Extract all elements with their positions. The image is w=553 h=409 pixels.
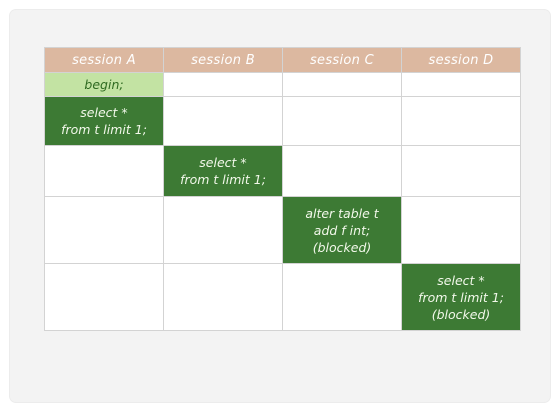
cell-text: select * from t limit 1; (blocked) xyxy=(418,272,504,322)
cell-d-select: select * from t limit 1; (blocked) xyxy=(401,263,521,331)
cell-text: select * from t limit 1; xyxy=(61,105,147,137)
header-session-b: session B xyxy=(163,47,283,73)
table-row: select * from t limit 1; xyxy=(44,145,521,197)
empty-cell xyxy=(401,145,521,197)
table-row: alter table t add f int; (blocked) xyxy=(44,196,521,264)
empty-cell xyxy=(282,72,402,97)
cell-a-select: select * from t limit 1; xyxy=(44,96,164,146)
cell-text: select * from t limit 1; xyxy=(180,155,266,187)
empty-cell xyxy=(163,263,283,331)
header-session-a: session A xyxy=(44,47,164,73)
empty-cell xyxy=(401,72,521,97)
empty-cell xyxy=(44,145,164,197)
table-row: begin; xyxy=(44,72,521,97)
empty-cell xyxy=(163,196,283,264)
empty-cell xyxy=(282,263,402,331)
cell-a-begin: begin; xyxy=(44,72,164,97)
cell-text: alter table t add f int; (blocked) xyxy=(305,205,379,255)
empty-cell xyxy=(401,196,521,264)
table-row: select * from t limit 1; xyxy=(44,96,521,146)
empty-cell xyxy=(282,145,402,197)
empty-cell xyxy=(282,96,402,146)
cell-text: begin; xyxy=(84,77,124,92)
cell-c-alter: alter table t add f int; (blocked) xyxy=(282,196,402,264)
empty-cell xyxy=(401,96,521,146)
header-session-d: session D xyxy=(401,47,521,73)
empty-cell xyxy=(44,263,164,331)
session-timeline-table: session A session B session C session D … xyxy=(44,47,521,331)
header-session-c: session C xyxy=(282,47,402,73)
header-row: session A session B session C session D xyxy=(44,47,521,73)
empty-cell xyxy=(44,196,164,264)
empty-cell xyxy=(163,96,283,146)
empty-cell xyxy=(163,72,283,97)
cell-b-select: select * from t limit 1; xyxy=(163,145,283,197)
table-row: select * from t limit 1; (blocked) xyxy=(44,263,521,331)
